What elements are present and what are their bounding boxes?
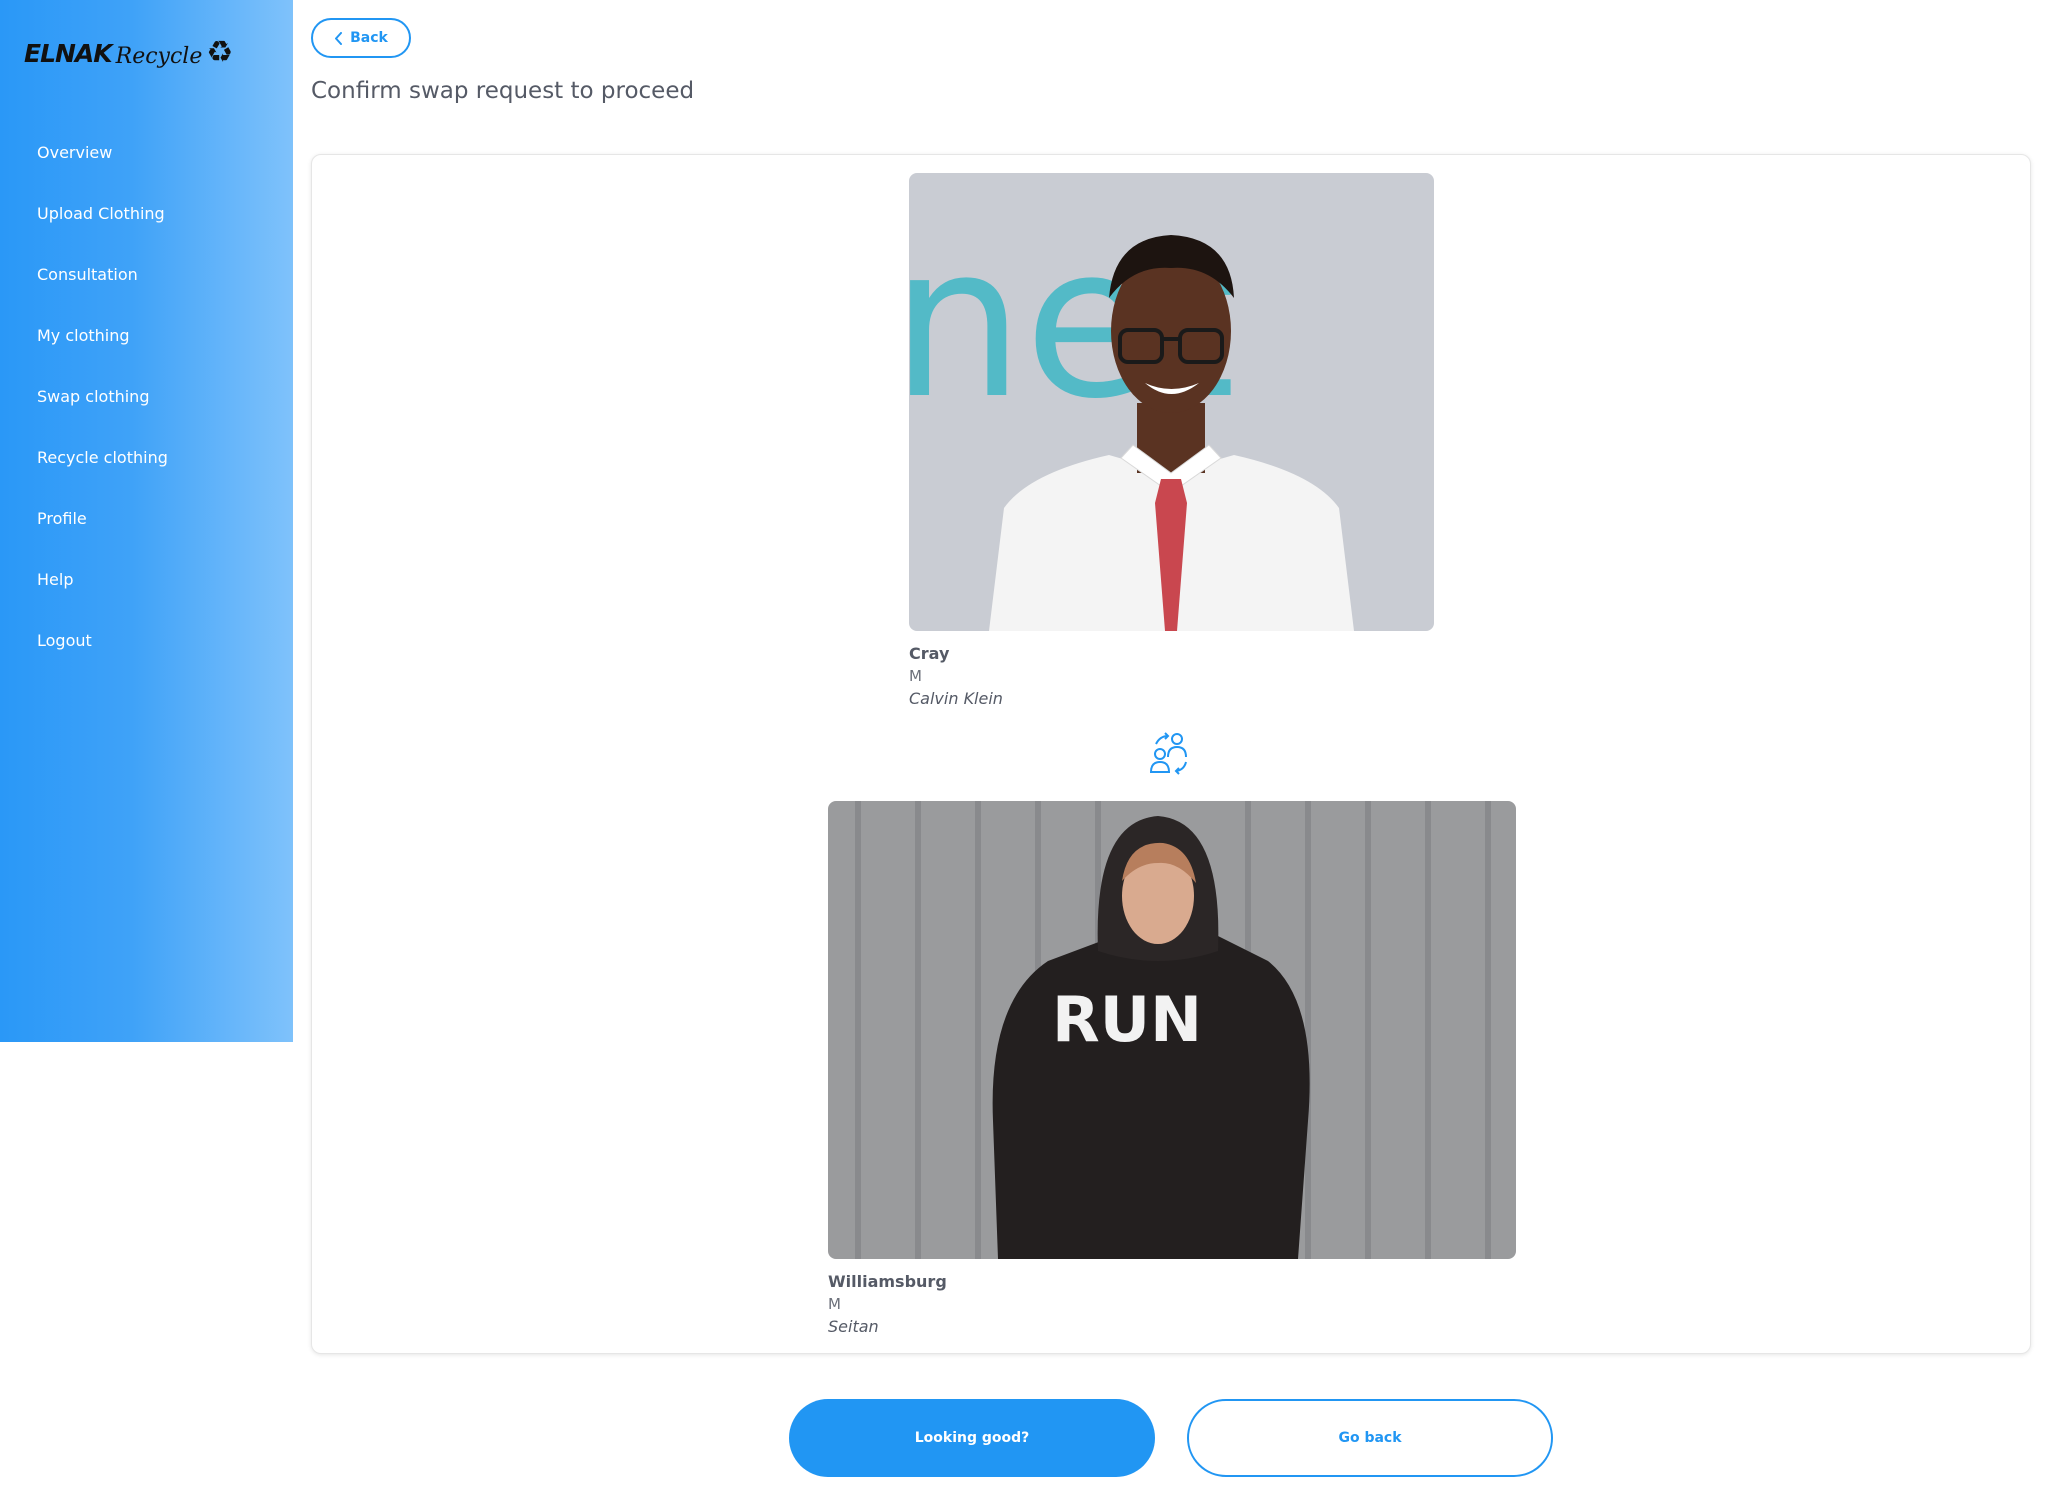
chevron-left-icon <box>335 31 343 45</box>
sidebar-item-my-clothing[interactable]: My clothing <box>0 313 293 374</box>
item-size: M <box>909 667 922 685</box>
sidebar-nav: Overview Upload Clothing Consultation My… <box>0 130 293 679</box>
sidebar-item-logout[interactable]: Logout <box>0 618 293 679</box>
clothing-photo-williamsburg[interactable]: RUN <box>828 801 1516 1259</box>
photo-hoodie-text: RUN <box>1052 983 1202 1056</box>
go-back-button[interactable]: Go back <box>1187 1399 1553 1477</box>
swap-item-requested: RUN Williamsburg M Seitan <box>828 801 1516 1338</box>
page-title: Confirm swap request to proceed <box>311 78 695 104</box>
item-name: Williamsburg <box>828 1272 947 1291</box>
brand-wordmark: ELNAK <box>24 38 113 68</box>
brand-script: Recycle <box>115 43 203 69</box>
sidebar-item-profile[interactable]: Profile <box>0 496 293 557</box>
brand-logo[interactable]: ELNAK Recycle ♻ <box>24 33 233 73</box>
swap-card: net Cray M Calvin Klein RUN Williamsburg… <box>311 154 2031 1354</box>
sidebar-item-consultation[interactable]: Consultation <box>0 252 293 313</box>
sidebar-item-upload-clothing[interactable]: Upload Clothing <box>0 191 293 252</box>
clothing-photo-cray[interactable]: net <box>909 173 1434 631</box>
swap-item-offered: net Cray M Calvin Klein <box>909 173 1434 710</box>
item-name: Cray <box>909 644 950 663</box>
sidebar-item-overview[interactable]: Overview <box>0 130 293 191</box>
confirm-swap-button[interactable]: Looking good? <box>789 1399 1155 1477</box>
sidebar-item-swap-clothing[interactable]: Swap clothing <box>0 374 293 435</box>
item-brand: Seitan <box>828 1317 879 1336</box>
sidebar-item-help[interactable]: Help <box>0 557 293 618</box>
back-button-label: Back <box>350 30 388 46</box>
swap-people-icon <box>1149 732 1187 775</box>
sidebar-item-recycle-clothing[interactable]: Recycle clothing <box>0 435 293 496</box>
back-button[interactable]: Back <box>311 18 411 58</box>
item-size: M <box>828 1295 841 1313</box>
sidebar: ELNAK Recycle ♻ Overview Upload Clothing… <box>0 0 293 1042</box>
item-brand: Calvin Klein <box>909 689 1003 708</box>
recycle-icon: ♻ <box>206 35 234 70</box>
